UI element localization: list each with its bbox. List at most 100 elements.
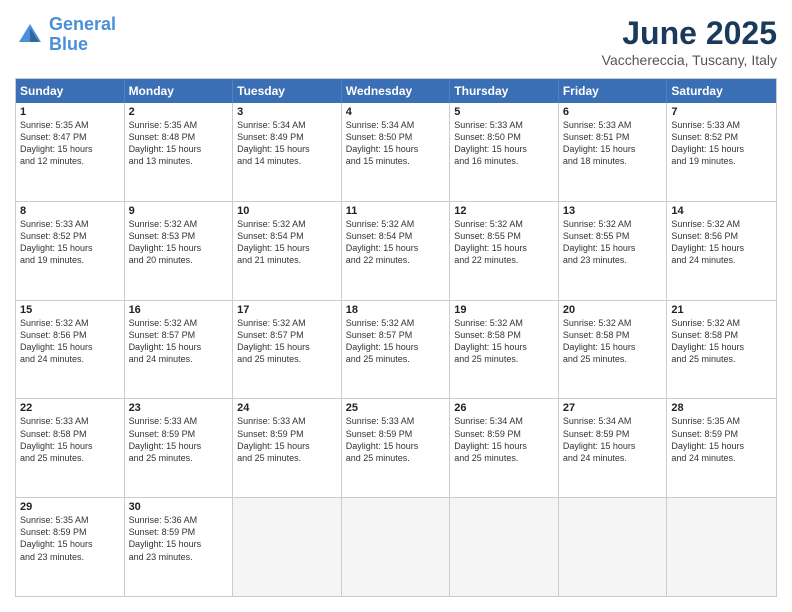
cell-text: Sunrise: 5:33 AMSunset: 8:50 PMDaylight:… [454, 119, 554, 168]
cell-text: Sunrise: 5:32 AMSunset: 8:54 PMDaylight:… [346, 218, 446, 267]
cell-text: Sunrise: 5:32 AMSunset: 8:55 PMDaylight:… [563, 218, 663, 267]
calendar-cell: 10Sunrise: 5:32 AMSunset: 8:54 PMDayligh… [233, 202, 342, 300]
calendar-cell: 13Sunrise: 5:32 AMSunset: 8:55 PMDayligh… [559, 202, 668, 300]
day-number: 8 [20, 205, 120, 217]
location: Vacchereccia, Tuscany, Italy [602, 52, 777, 68]
day-number: 23 [129, 402, 229, 414]
cell-text: Sunrise: 5:32 AMSunset: 8:54 PMDaylight:… [237, 218, 337, 267]
header-day: Saturday [667, 79, 776, 103]
calendar-cell: 6Sunrise: 5:33 AMSunset: 8:51 PMDaylight… [559, 103, 668, 201]
calendar-cell: 3Sunrise: 5:34 AMSunset: 8:49 PMDaylight… [233, 103, 342, 201]
day-number: 14 [671, 205, 772, 217]
cell-text: Sunrise: 5:32 AMSunset: 8:56 PMDaylight:… [20, 317, 120, 366]
cell-text: Sunrise: 5:32 AMSunset: 8:55 PMDaylight:… [454, 218, 554, 267]
day-number: 27 [563, 402, 663, 414]
calendar-cell: 15Sunrise: 5:32 AMSunset: 8:56 PMDayligh… [16, 301, 125, 399]
cell-text: Sunrise: 5:34 AMSunset: 8:50 PMDaylight:… [346, 119, 446, 168]
cell-text: Sunrise: 5:33 AMSunset: 8:59 PMDaylight:… [346, 415, 446, 464]
day-number: 20 [563, 304, 663, 316]
calendar-cell [559, 498, 668, 596]
calendar-cell: 7Sunrise: 5:33 AMSunset: 8:52 PMDaylight… [667, 103, 776, 201]
day-number: 11 [346, 205, 446, 217]
calendar-row: 8Sunrise: 5:33 AMSunset: 8:52 PMDaylight… [16, 202, 776, 301]
day-number: 3 [237, 106, 337, 118]
calendar-body: 1Sunrise: 5:35 AMSunset: 8:47 PMDaylight… [16, 103, 776, 596]
day-number: 21 [671, 304, 772, 316]
calendar-cell: 9Sunrise: 5:32 AMSunset: 8:53 PMDaylight… [125, 202, 234, 300]
cell-text: Sunrise: 5:35 AMSunset: 8:47 PMDaylight:… [20, 119, 120, 168]
calendar-cell: 22Sunrise: 5:33 AMSunset: 8:58 PMDayligh… [16, 399, 125, 497]
month-title: June 2025 [602, 15, 777, 52]
header-day: Friday [559, 79, 668, 103]
calendar-cell: 1Sunrise: 5:35 AMSunset: 8:47 PMDaylight… [16, 103, 125, 201]
cell-text: Sunrise: 5:33 AMSunset: 8:59 PMDaylight:… [129, 415, 229, 464]
header-day: Monday [125, 79, 234, 103]
calendar-cell: 2Sunrise: 5:35 AMSunset: 8:48 PMDaylight… [125, 103, 234, 201]
calendar-cell [233, 498, 342, 596]
header: General Blue June 2025 Vacchereccia, Tus… [15, 15, 777, 68]
calendar-cell: 20Sunrise: 5:32 AMSunset: 8:58 PMDayligh… [559, 301, 668, 399]
day-number: 24 [237, 402, 337, 414]
header-day: Wednesday [342, 79, 451, 103]
day-number: 16 [129, 304, 229, 316]
day-number: 28 [671, 402, 772, 414]
page: General Blue June 2025 Vacchereccia, Tus… [0, 0, 792, 612]
day-number: 1 [20, 106, 120, 118]
day-number: 19 [454, 304, 554, 316]
title-block: June 2025 Vacchereccia, Tuscany, Italy [602, 15, 777, 68]
cell-text: Sunrise: 5:35 AMSunset: 8:59 PMDaylight:… [671, 415, 772, 464]
calendar-cell [342, 498, 451, 596]
day-number: 12 [454, 205, 554, 217]
calendar-cell: 19Sunrise: 5:32 AMSunset: 8:58 PMDayligh… [450, 301, 559, 399]
day-number: 25 [346, 402, 446, 414]
calendar-cell: 30Sunrise: 5:36 AMSunset: 8:59 PMDayligh… [125, 498, 234, 596]
cell-text: Sunrise: 5:35 AMSunset: 8:48 PMDaylight:… [129, 119, 229, 168]
day-number: 2 [129, 106, 229, 118]
calendar: SundayMondayTuesdayWednesdayThursdayFrid… [15, 78, 777, 597]
cell-text: Sunrise: 5:33 AMSunset: 8:52 PMDaylight:… [671, 119, 772, 168]
day-number: 7 [671, 106, 772, 118]
header-day: Sunday [16, 79, 125, 103]
day-number: 29 [20, 501, 120, 513]
day-number: 26 [454, 402, 554, 414]
logo: General Blue [15, 15, 116, 55]
cell-text: Sunrise: 5:33 AMSunset: 8:59 PMDaylight:… [237, 415, 337, 464]
cell-text: Sunrise: 5:32 AMSunset: 8:57 PMDaylight:… [129, 317, 229, 366]
cell-text: Sunrise: 5:36 AMSunset: 8:59 PMDaylight:… [129, 514, 229, 563]
cell-text: Sunrise: 5:33 AMSunset: 8:52 PMDaylight:… [20, 218, 120, 267]
header-day: Tuesday [233, 79, 342, 103]
cell-text: Sunrise: 5:32 AMSunset: 8:57 PMDaylight:… [237, 317, 337, 366]
cell-text: Sunrise: 5:35 AMSunset: 8:59 PMDaylight:… [20, 514, 120, 563]
calendar-cell: 12Sunrise: 5:32 AMSunset: 8:55 PMDayligh… [450, 202, 559, 300]
calendar-row: 29Sunrise: 5:35 AMSunset: 8:59 PMDayligh… [16, 498, 776, 596]
calendar-row: 1Sunrise: 5:35 AMSunset: 8:47 PMDaylight… [16, 103, 776, 202]
calendar-cell: 8Sunrise: 5:33 AMSunset: 8:52 PMDaylight… [16, 202, 125, 300]
cell-text: Sunrise: 5:32 AMSunset: 8:58 PMDaylight:… [454, 317, 554, 366]
day-number: 30 [129, 501, 229, 513]
calendar-cell: 14Sunrise: 5:32 AMSunset: 8:56 PMDayligh… [667, 202, 776, 300]
cell-text: Sunrise: 5:34 AMSunset: 8:49 PMDaylight:… [237, 119, 337, 168]
calendar-cell: 18Sunrise: 5:32 AMSunset: 8:57 PMDayligh… [342, 301, 451, 399]
calendar-cell: 23Sunrise: 5:33 AMSunset: 8:59 PMDayligh… [125, 399, 234, 497]
day-number: 6 [563, 106, 663, 118]
day-number: 17 [237, 304, 337, 316]
cell-text: Sunrise: 5:33 AMSunset: 8:58 PMDaylight:… [20, 415, 120, 464]
calendar-cell: 11Sunrise: 5:32 AMSunset: 8:54 PMDayligh… [342, 202, 451, 300]
cell-text: Sunrise: 5:32 AMSunset: 8:56 PMDaylight:… [671, 218, 772, 267]
calendar-header: SundayMondayTuesdayWednesdayThursdayFrid… [16, 79, 776, 103]
calendar-cell: 21Sunrise: 5:32 AMSunset: 8:58 PMDayligh… [667, 301, 776, 399]
day-number: 4 [346, 106, 446, 118]
calendar-row: 15Sunrise: 5:32 AMSunset: 8:56 PMDayligh… [16, 301, 776, 400]
day-number: 10 [237, 205, 337, 217]
calendar-cell: 27Sunrise: 5:34 AMSunset: 8:59 PMDayligh… [559, 399, 668, 497]
calendar-cell: 26Sunrise: 5:34 AMSunset: 8:59 PMDayligh… [450, 399, 559, 497]
day-number: 9 [129, 205, 229, 217]
calendar-cell: 28Sunrise: 5:35 AMSunset: 8:59 PMDayligh… [667, 399, 776, 497]
cell-text: Sunrise: 5:33 AMSunset: 8:51 PMDaylight:… [563, 119, 663, 168]
calendar-cell: 24Sunrise: 5:33 AMSunset: 8:59 PMDayligh… [233, 399, 342, 497]
calendar-cell: 16Sunrise: 5:32 AMSunset: 8:57 PMDayligh… [125, 301, 234, 399]
logo-text: General Blue [49, 15, 116, 55]
calendar-cell: 5Sunrise: 5:33 AMSunset: 8:50 PMDaylight… [450, 103, 559, 201]
header-day: Thursday [450, 79, 559, 103]
calendar-row: 22Sunrise: 5:33 AMSunset: 8:58 PMDayligh… [16, 399, 776, 498]
